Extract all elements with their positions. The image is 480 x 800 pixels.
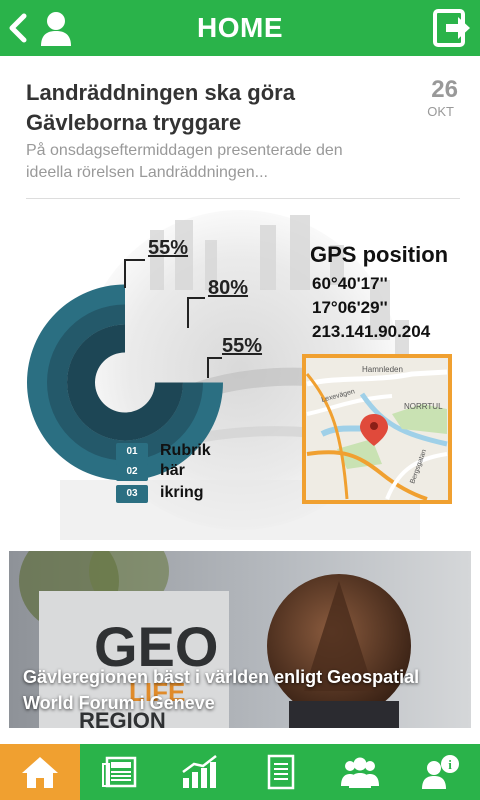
people-icon xyxy=(341,757,379,788)
tab-home[interactable] xyxy=(0,744,80,800)
gps-title: GPS position xyxy=(310,242,449,267)
user-info-icon: i xyxy=(422,755,459,789)
featured-news-banner[interactable]: GEO LIFE REGION Gävleregionen bäst i vär… xyxy=(9,551,471,728)
news-date-day: 26 xyxy=(431,76,458,103)
news-date-month: OKT xyxy=(427,104,454,119)
news-summary: På onsdagseftermiddagen presenterade den… xyxy=(26,142,343,181)
newspaper-icon xyxy=(102,756,137,788)
tab-people[interactable] xyxy=(320,744,400,800)
map-label-road: Hamnleden xyxy=(362,365,403,374)
divider xyxy=(26,198,460,199)
percent-outer: 55% xyxy=(148,237,189,259)
legend-number: 01 xyxy=(116,443,148,461)
legend-label: Rubrik xyxy=(160,442,211,459)
ring-inner xyxy=(67,324,183,441)
svg-text:i: i xyxy=(448,757,452,772)
tab-documents[interactable] xyxy=(240,744,320,800)
chart-icon xyxy=(182,755,217,788)
bottom-tab-bar: i xyxy=(0,744,480,800)
gps-ip-address: 213.141.90.204 xyxy=(312,322,431,341)
news-headline[interactable]: Landräddningen ska göra Gävleborna trygg… xyxy=(26,78,386,138)
legend-number: 02 xyxy=(116,463,148,481)
map-label-district: NORRTUL xyxy=(404,402,443,411)
home-icon xyxy=(22,757,58,788)
legend-label: här xyxy=(160,462,185,479)
legend-label: ikring xyxy=(160,484,204,501)
logout-icon[interactable] xyxy=(432,8,472,48)
document-icon xyxy=(267,754,295,790)
page-title: HOME xyxy=(197,12,283,43)
banner-caption[interactable]: Gävleregionen bäst i världen enligt Geos… xyxy=(23,664,463,716)
legend-number: 03 xyxy=(116,485,148,503)
gps-longitude: 17°06'29'' xyxy=(312,298,388,317)
percent-inner: 55% xyxy=(222,335,263,357)
location-map[interactable]: Hamnleden Lexevägen NORRTUL Bergsgatan xyxy=(302,354,452,504)
tab-info[interactable]: i xyxy=(400,744,480,800)
gps-latitude: 60°40'17'' xyxy=(312,274,388,293)
top-bar: HOME xyxy=(0,0,480,56)
tab-news[interactable] xyxy=(80,744,160,800)
percent-middle: 80% xyxy=(208,277,249,299)
tab-statistics[interactable] xyxy=(160,744,240,800)
